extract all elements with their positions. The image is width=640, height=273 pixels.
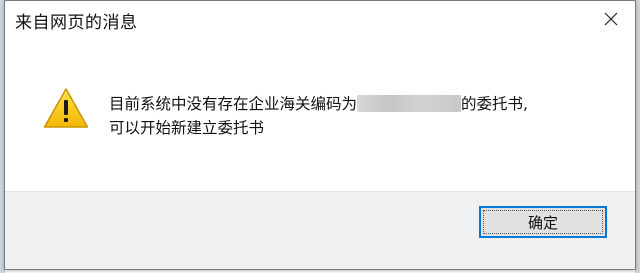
dialog-content: 目前系统中没有存在企业海关编码为 的委托书, 可以开始新建立委托书 [5, 41, 635, 193]
message-line-2: 可以开始新建立委托书 [109, 119, 265, 137]
dialog-titlebar[interactable]: 来自网页的消息 [5, 1, 635, 41]
close-button[interactable] [589, 1, 633, 37]
dialog-message: 目前系统中没有存在企业海关编码为 的委托书, 可以开始新建立委托书 [109, 92, 528, 140]
close-icon [604, 12, 618, 26]
dialog-footer: 确定 [5, 191, 635, 269]
dialog-title: 来自网页的消息 [15, 13, 138, 33]
ok-button[interactable]: 确定 [479, 206, 607, 238]
warning-icon [43, 88, 89, 128]
redacted-code [357, 95, 462, 112]
message-dialog: 来自网页的消息 目前系统中没有存在企业海关编码为 的委托书, 可以开始新建立委托书 [4, 0, 636, 270]
message-text-end: 的委托书, [461, 95, 528, 113]
ok-button-label: 确定 [527, 213, 558, 232]
message-line-1: 目前系统中没有存在企业海关编码为 的委托书, [109, 92, 528, 116]
message-text-start: 目前系统中没有存在企业海关编码为 [109, 95, 358, 113]
